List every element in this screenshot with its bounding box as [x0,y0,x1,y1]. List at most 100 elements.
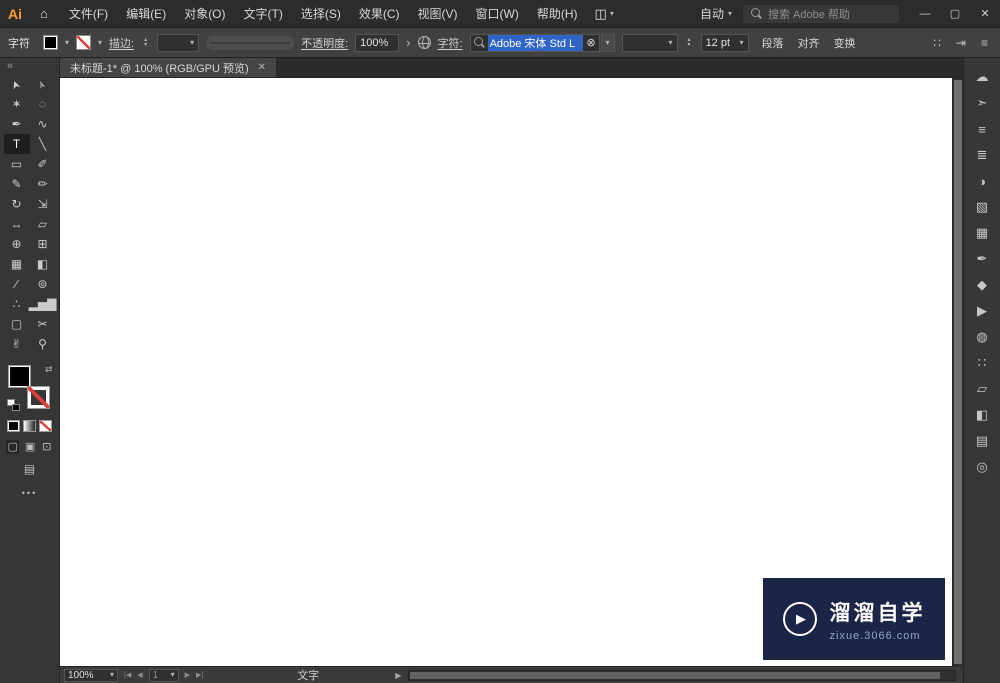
artboard-number-field[interactable]: 1 ▾ [148,668,179,682]
color-mode-gradient-button[interactable] [23,420,36,432]
clear-font-icon[interactable]: ⊗ [586,36,595,49]
line-segment-tool[interactable]: ╲ [30,134,56,154]
actions-panel-icon[interactable]: ▶ [969,300,995,322]
first-artboard-icon[interactable]: |◀ [122,671,133,679]
help-search-input[interactable]: 搜索 Adobe 帮助 [742,3,900,24]
menu-item[interactable]: 文字(T) [235,5,292,22]
gradient-tool[interactable]: ◧ [30,254,56,274]
artboard-tool[interactable]: ▢ [4,314,30,334]
hand-tool[interactable]: ✌ [4,334,30,354]
color-mode-solid-button[interactable] [7,420,20,432]
zoom-level-field[interactable]: 100% ▾ [64,668,118,682]
font-name-value[interactable]: Adobe 宋体 Std L [487,34,584,51]
transform-panel-icon[interactable]: ▱ [969,378,995,400]
shape-builder-tool[interactable]: ⊕ [4,234,30,254]
opacity-options-icon[interactable]: › [406,36,410,49]
character-label[interactable]: 字符: [438,35,463,51]
home-button[interactable]: ⌂ [32,6,56,21]
dots-grid-icon[interactable]: ∷ [929,36,945,50]
menu-item[interactable]: 视图(V) [409,5,467,22]
zoom-tool[interactable]: ⚲ [30,334,56,354]
shaper-tool[interactable]: ✎ [4,174,30,194]
vertical-scrollbar-thumb[interactable] [954,80,962,664]
eyedropper-tool[interactable]: ∕ [4,274,30,294]
vertical-scrollbar[interactable] [952,78,963,666]
document-tab[interactable]: 未标题-1* @ 100% (RGB/GPU 预览) ✕ [60,58,278,77]
menu-item[interactable]: 编辑(E) [117,5,175,22]
default-fill-stroke-icon[interactable] [6,399,22,412]
collapse-tools-icon[interactable]: « [0,58,20,74]
status-menu-icon[interactable]: ▶ [395,671,401,680]
stroke-indicator[interactable] [26,386,50,409]
stroke-color-swatch[interactable] [76,35,92,50]
asset-export-panel-icon[interactable]: ◎ [969,456,995,478]
brushes-panel-icon[interactable]: ✒ [969,248,995,270]
scale-tool[interactable]: ⇲ [30,194,56,214]
menu-item[interactable]: 帮助(H) [528,5,587,22]
rectangle-tool[interactable]: ▭ [4,154,30,174]
workspace-layout-button[interactable]: ◫ ▾ [587,6,622,22]
font-size-stepper[interactable]: ▴ ▾ [685,37,694,48]
free-transform-tool[interactable]: ▱ [30,214,56,234]
pathfinder-panel-icon[interactable]: ◧ [969,404,995,426]
selection-tool[interactable]: ➤ [4,74,30,94]
share-panel-icon[interactable]: ➣ [969,92,995,114]
prev-artboard-icon[interactable]: ◀ [135,671,144,679]
globe-icon[interactable] [417,36,431,49]
opacity-label[interactable]: 不透明度: [301,35,348,51]
close-button[interactable]: ✕ [970,0,1000,27]
paintbrush-tool[interactable]: ✐ [30,154,56,174]
align-panel-icon[interactable]: ∷ [969,352,995,374]
variable-width-profile-select[interactable]: ▾ [206,35,306,50]
menu-item[interactable]: 效果(C) [350,5,409,22]
fill-caret-icon[interactable]: ▾ [65,38,69,47]
type-tool[interactable]: T [3,134,30,154]
fill-color-swatch[interactable] [43,35,58,50]
appearance-panel-icon[interactable]: ◍ [969,326,995,348]
more-tools-button[interactable]: ••• [22,488,37,498]
width-tool[interactable]: ↔ [4,214,30,234]
app-logo[interactable]: Ai [0,6,32,22]
horizontal-scrollbar[interactable] [408,669,956,681]
blend-tool[interactable]: ⊚ [30,274,56,294]
character-panel-icon[interactable]: ≣ [969,144,995,166]
workspace-switcher[interactable]: 自动 ▾ [690,5,742,22]
tab-close-icon[interactable]: ✕ [258,62,266,73]
stroke-caret-icon[interactable]: ▾ [98,38,102,47]
menu-item[interactable]: 选择(S) [292,5,350,22]
direct-selection-tool[interactable]: ➢ [30,74,56,94]
lasso-tool[interactable]: ◌ [30,94,56,114]
fill-indicator[interactable] [7,365,31,388]
font-family-field[interactable]: Adobe 宋体 Std L ⊗ [469,33,600,52]
restore-button[interactable]: ▢ [940,0,970,27]
menu-item[interactable]: 窗口(W) [467,5,528,22]
properties-panel-icon[interactable]: ≡ [969,118,995,140]
panel-link[interactable]: 对齐 [798,35,820,51]
tab-indent-icon[interactable]: ⇥ [952,36,970,50]
swap-fill-stroke-icon[interactable]: ⇄ [45,364,53,375]
stroke-weight-stepper[interactable]: ▴ ▾ [141,37,150,48]
transparency-panel-icon[interactable]: ▧ [969,196,995,218]
pen-tool[interactable]: ✒ [4,114,30,134]
column-graph-tool[interactable]: ▂▅▇ [29,294,57,314]
draw-normal-mode[interactable]: ▢ [6,440,19,454]
stroke-weight-label[interactable]: 描边: [109,35,134,51]
draw-behind-mode[interactable]: ▣ [24,440,36,454]
pencil-tool[interactable]: ✏ [30,174,56,194]
gradient-panel-icon[interactable]: ◑ [969,170,995,192]
symbols-panel-icon[interactable]: ◆ [969,274,995,296]
mesh-tool[interactable]: ▦ [4,254,30,274]
minimize-button[interactable]: — [910,0,940,27]
libraries-panel-icon[interactable]: ☁ [969,66,995,88]
menu-item[interactable]: 文件(F) [60,5,117,22]
curvature-tool[interactable]: ∿ [30,114,56,134]
screen-mode-button[interactable]: ▤ [24,462,35,476]
font-family-dropdown[interactable]: ▾ [600,33,615,52]
horizontal-scrollbar-thumb[interactable] [410,671,940,679]
swatches-panel-icon[interactable]: ▦ [969,222,995,244]
menu-item[interactable]: 对象(O) [175,5,234,22]
last-artboard-icon[interactable]: ▶| [194,671,205,679]
panel-menu-icon[interactable]: ≡ [977,36,992,50]
symbol-sprayer-tool[interactable]: ∴ [4,294,30,314]
opacity-field[interactable]: 100% [355,33,400,52]
